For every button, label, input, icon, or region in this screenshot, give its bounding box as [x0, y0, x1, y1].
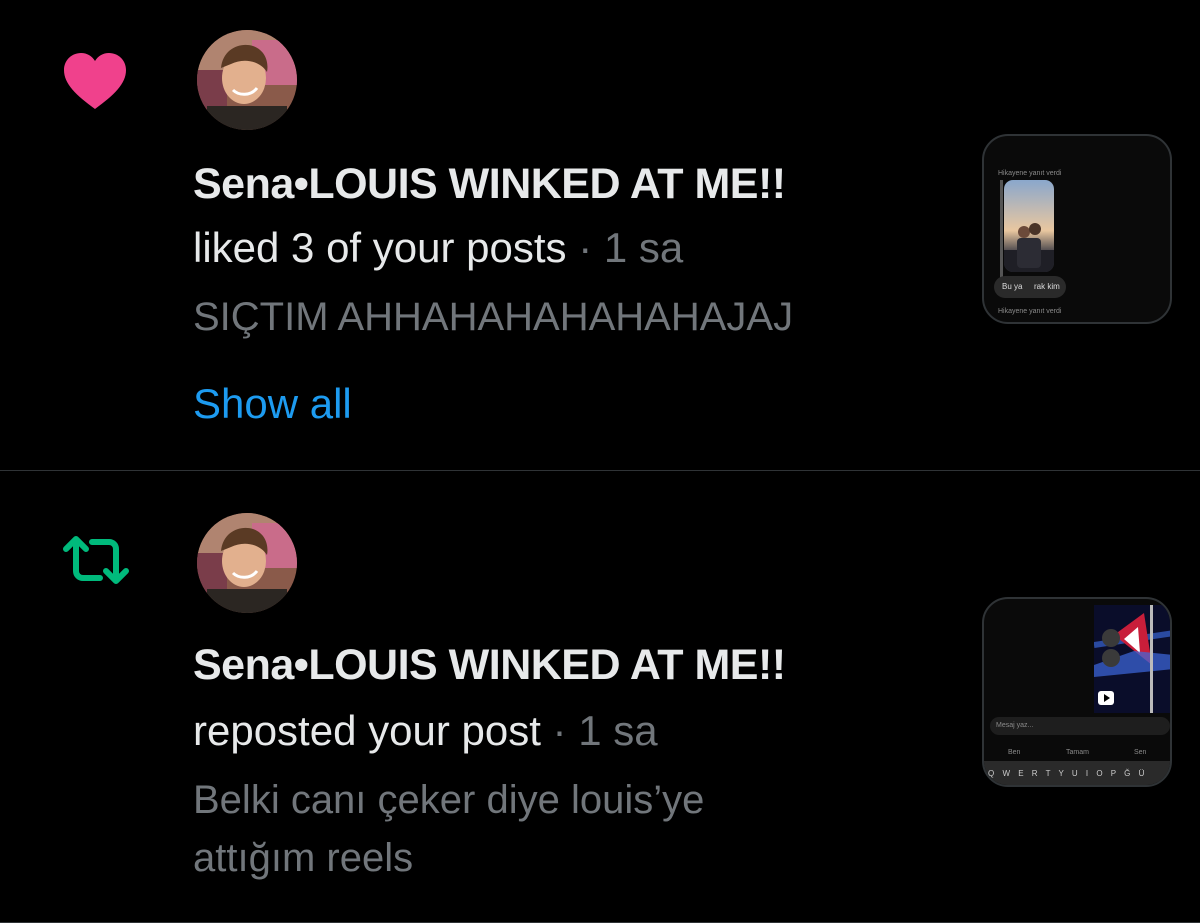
suggestion-word: Sen	[1134, 749, 1147, 756]
separator-dot: ·	[552, 707, 567, 754]
timestamp: 1 sa	[578, 707, 658, 754]
repost-notification[interactable]: Sena•LOUIS WINKED AT ME!! reposted your …	[0, 471, 1200, 923]
post-text: SIÇTIM AHHAHAHAHAHAHAJAJ	[193, 295, 794, 339]
heart-icon	[62, 52, 128, 112]
action-text: reposted your post	[193, 707, 541, 754]
timestamp: 1 sa	[603, 224, 684, 271]
user-name[interactable]: Sena•LOUIS WINKED AT ME!!	[193, 160, 786, 209]
notification-action: liked 3 of your posts · 1 sa	[193, 224, 683, 272]
post-text: Belki canı çeker diye louis’ye attığım r…	[193, 771, 933, 887]
post-thumbnail[interactable]: Hikayene yanıt verdi Bu ya rak kim Hikay…	[982, 134, 1172, 324]
reply-line	[1000, 180, 1003, 278]
post-text-line: Belki canı çeker diye louis’ye	[193, 778, 705, 822]
keyboard-row: Q W E R T Y U I O P Ğ Ü	[984, 761, 1170, 785]
show-all-link[interactable]: Show all	[193, 380, 352, 428]
suggestion-word: Tamam	[1066, 749, 1089, 756]
suggestion-word: Ben	[1008, 749, 1021, 756]
thumbnail-header-text: Hikayene yanıt verdi	[998, 170, 1062, 177]
notification-action: reposted your post · 1 sa	[193, 707, 658, 755]
user-name[interactable]: Sena•LOUIS WINKED AT ME!!	[193, 641, 786, 690]
repost-icon	[60, 535, 132, 585]
message-input: Mesaj yaz...	[990, 717, 1170, 735]
reply-bubble-text: Bu ya	[1002, 282, 1023, 291]
message-input-placeholder: Mesaj yaz...	[996, 722, 1034, 729]
keyboard-keys: Q W E R T Y U I O P Ğ Ü	[988, 769, 1148, 778]
avatar[interactable]	[197, 30, 297, 130]
post-text-line: attığım reels	[193, 836, 414, 880]
bookmark-icon	[1102, 649, 1120, 667]
story-preview	[1004, 180, 1054, 272]
avatar[interactable]	[197, 513, 297, 613]
heart-icon	[1102, 629, 1120, 647]
reply-bubble-text-end: rak kim	[1034, 282, 1060, 291]
like-notification[interactable]: Sena•LOUIS WINKED AT ME!! liked 3 of you…	[0, 0, 1200, 470]
post-thumbnail[interactable]: Mesaj yaz... Ben Tamam Sen Q W E R T Y U…	[982, 597, 1172, 787]
reply-bubble: Bu ya rak kim	[994, 276, 1066, 298]
thumbnail-footer-text: Hikayene yanıt verdi	[998, 308, 1062, 315]
action-text: liked 3 of your posts	[193, 224, 567, 271]
separator-dot: ·	[578, 224, 593, 271]
